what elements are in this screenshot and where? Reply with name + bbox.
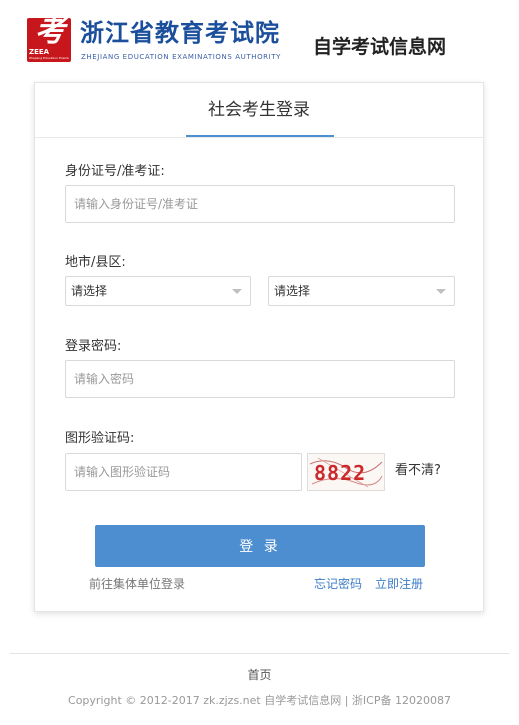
captcha-text: 8822 — [314, 461, 366, 485]
captcha-refresh-link[interactable]: 看不清? — [395, 460, 441, 482]
footer-divider — [10, 653, 509, 654]
city-select[interactable]: 请选择 — [65, 276, 251, 306]
login-button[interactable]: 登 录 — [95, 525, 425, 567]
captcha-label: 图形验证码: — [65, 431, 135, 446]
login-card: 社会考生登录 身份证号/准考证: 地市/县区: 请选择 请选择 登录密码: 图形… — [34, 82, 484, 612]
site-header: 考 ZEEA Zhejiang Education Examinations A… — [0, 0, 519, 70]
chevron-down-icon — [232, 289, 242, 294]
captcha-input[interactable] — [65, 453, 302, 491]
id-label: 身份证号/准考证: — [65, 164, 165, 179]
logo-glyph: 考 — [35, 18, 65, 49]
region-label: 地市/县区: — [65, 255, 126, 270]
site-name: 自学考试信息网 — [313, 36, 447, 58]
zeea-logo: 考 ZEEA Zhejiang Education Examinations A… — [27, 18, 71, 62]
city-select-value: 请选择 — [71, 284, 108, 298]
footer-home-link[interactable]: 首页 — [0, 666, 519, 684]
district-select[interactable]: 请选择 — [268, 276, 455, 306]
captcha-graphic: 8822 — [308, 454, 384, 490]
title-divider — [35, 137, 483, 138]
id-number-input[interactable] — [65, 185, 455, 223]
logo-abbr: ZEEA — [29, 48, 50, 56]
captcha-image[interactable]: 8822 — [307, 453, 385, 491]
footer-copyright: Copyright © 2012-2017 zk.zjzs.net 自学考试信息… — [68, 694, 451, 707]
password-input[interactable] — [65, 360, 455, 398]
group-login-link[interactable]: 前往集体单位登录 — [89, 575, 185, 593]
register-link[interactable]: 立即注册 — [375, 575, 423, 593]
org-name-english: ZHEJIANG EDUCATION EXAMINATIONS AUTHORIT… — [81, 53, 282, 61]
login-title: 社会考生登录 — [208, 100, 310, 120]
password-label: 登录密码: — [65, 339, 122, 354]
org-name: 浙江省教育考试院 — [80, 18, 280, 47]
logo-fine-print: Zhejiang Education Examinations Authorit… — [29, 56, 69, 60]
forgot-password-link[interactable]: 忘记密码 — [314, 575, 362, 593]
chevron-down-icon — [436, 289, 446, 294]
district-select-value: 请选择 — [274, 284, 311, 298]
